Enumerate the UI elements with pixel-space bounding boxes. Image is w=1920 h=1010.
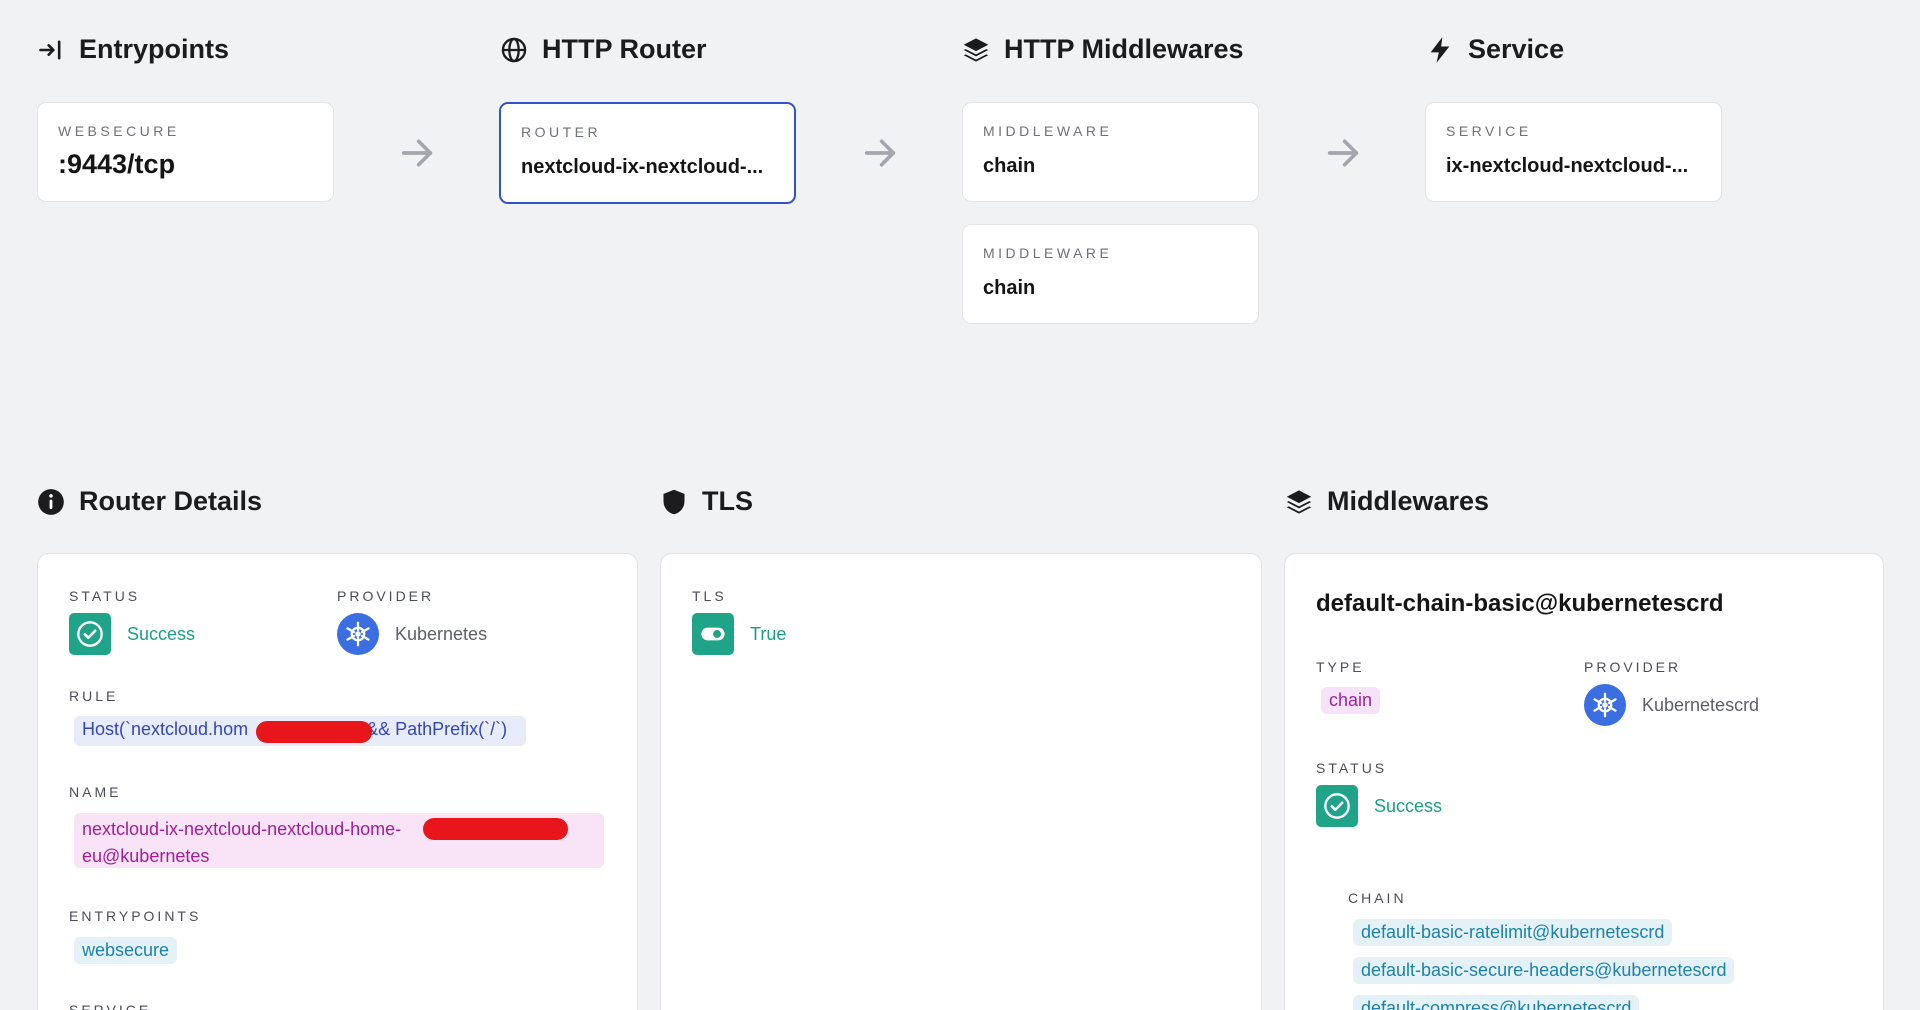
- http-middlewares-heading: HTTP Middlewares: [962, 34, 1244, 65]
- router-card[interactable]: ROUTER nextcloud-ix-nextcloud-...: [499, 102, 796, 204]
- router-card-value: nextcloud-ix-nextcloud-...: [521, 156, 764, 178]
- rule-text-part1: Host(`nextcloud.hom: [82, 719, 249, 739]
- middleware-card-value: chain: [983, 155, 1036, 177]
- router-details-heading: Router Details: [37, 486, 262, 517]
- mw-provider-text: Kubernetescrd: [1642, 694, 1760, 715]
- globe-icon: [501, 37, 527, 62]
- http-router-heading: HTTP Router: [500, 34, 707, 65]
- arrow-right-icon: [864, 139, 896, 167]
- tls-value: True: [692, 613, 786, 655]
- middleware-card-value: chain: [983, 277, 1036, 299]
- rule-label: RULE: [69, 688, 119, 704]
- middlewares-heading-text: Middlewares: [1327, 486, 1490, 516]
- router-details-heading-text: Router Details: [79, 486, 263, 516]
- type-label: TYPE: [1316, 659, 1365, 675]
- entrypoint-icon: [39, 40, 61, 59]
- chain-item[interactable]: default-basic-secure-headers@kubernetesc…: [1353, 957, 1735, 984]
- mw-provider-value: Kubernetescrd: [1584, 684, 1759, 726]
- mw-provider-label: PROVIDER: [1584, 659, 1682, 675]
- service-card-value: ix-nextcloud-nextcloud-...: [1446, 155, 1689, 177]
- tls-badge: [692, 613, 734, 655]
- provider-value: Kubernetes: [337, 613, 487, 655]
- service-card[interactable]: SERVICE ix-nextcloud-nextcloud-...: [1425, 102, 1722, 202]
- chain-label: CHAIN: [1348, 890, 1407, 906]
- rule-text-part2: && PathPrefix(`/`): [366, 719, 508, 739]
- http-router-heading-text: HTTP Router: [542, 34, 707, 64]
- arrow-right-icon: [401, 139, 433, 167]
- success-badge: [69, 613, 111, 655]
- service-label: SERVICE: [69, 1002, 152, 1010]
- router-card-label: ROUTER: [521, 124, 602, 140]
- status-value: Success: [69, 613, 195, 655]
- tls-label: TLS: [692, 588, 727, 604]
- tls-panel: TLS True: [660, 553, 1262, 1010]
- entrypoint-card[interactable]: WEBSECURE :9443/tcp: [37, 102, 334, 202]
- entrypoints-heading-text: Entrypoints: [79, 34, 230, 64]
- service-heading-text: Service: [1468, 34, 1565, 64]
- status-label: STATUS: [69, 588, 141, 604]
- entrypoint-card-label: WEBSECURE: [58, 123, 180, 139]
- check-icon: [1324, 793, 1350, 819]
- layers-icon: [1286, 489, 1312, 514]
- tls-heading-text: TLS: [702, 486, 753, 516]
- chain-item[interactable]: default-basic-ratelimit@kubernetescrd: [1353, 919, 1673, 946]
- type-chip: chain: [1321, 687, 1381, 714]
- arrow-right-icon: [1327, 139, 1359, 167]
- toggle-icon: [701, 627, 725, 641]
- success-badge: [1316, 785, 1358, 827]
- status-text: Success: [127, 623, 196, 644]
- tls-text: True: [750, 623, 787, 644]
- layers-icon: [963, 37, 989, 62]
- info-icon: [38, 488, 64, 515]
- shield-icon: [663, 489, 685, 514]
- mw-status-text: Success: [1374, 795, 1443, 816]
- name-label: NAME: [69, 784, 122, 800]
- entrypoint-card-value: :9443/tcp: [58, 149, 176, 179]
- middleware-card[interactable]: MIDDLEWARE chain: [962, 102, 1259, 202]
- middleware-title: default-chain-basic@kubernetescrd: [1316, 590, 1724, 617]
- entrypoint-chip: websecure: [74, 937, 178, 964]
- router-details-panel: STATUS Success PROVIDER Kubernetes RULE …: [37, 553, 638, 1010]
- entrypoints-heading: Entrypoints: [37, 34, 229, 65]
- middlewares-panel: default-chain-basic@kubernetescrd TYPE c…: [1284, 553, 1884, 1010]
- kubernetes-icon: [1584, 684, 1626, 726]
- entrypoints-label: ENTRYPOINTS: [69, 908, 202, 924]
- mw-status-value: Success: [1316, 785, 1442, 827]
- check-icon: [77, 621, 103, 647]
- service-card-label: SERVICE: [1446, 123, 1532, 139]
- redaction-mark: [256, 721, 372, 743]
- provider-label: PROVIDER: [337, 588, 435, 604]
- http-middlewares-heading-text: HTTP Middlewares: [1004, 34, 1244, 64]
- middlewares-heading: Middlewares: [1285, 486, 1489, 517]
- chain-item[interactable]: default-compress@kubernetescrd: [1353, 995, 1640, 1010]
- middleware-card[interactable]: MIDDLEWARE chain: [962, 224, 1259, 324]
- middleware-card-label: MIDDLEWARE: [983, 123, 1113, 139]
- middleware-card-label: MIDDLEWARE: [983, 245, 1113, 261]
- kubernetes-icon: [337, 613, 379, 655]
- service-heading: Service: [1426, 34, 1564, 65]
- name-line2: eu@kubernetes: [82, 846, 210, 866]
- tls-heading: TLS: [660, 486, 753, 517]
- redaction-mark: [423, 818, 568, 840]
- provider-text: Kubernetes: [395, 623, 488, 644]
- lightning-icon: [1430, 36, 1450, 63]
- mw-status-label: STATUS: [1316, 760, 1388, 776]
